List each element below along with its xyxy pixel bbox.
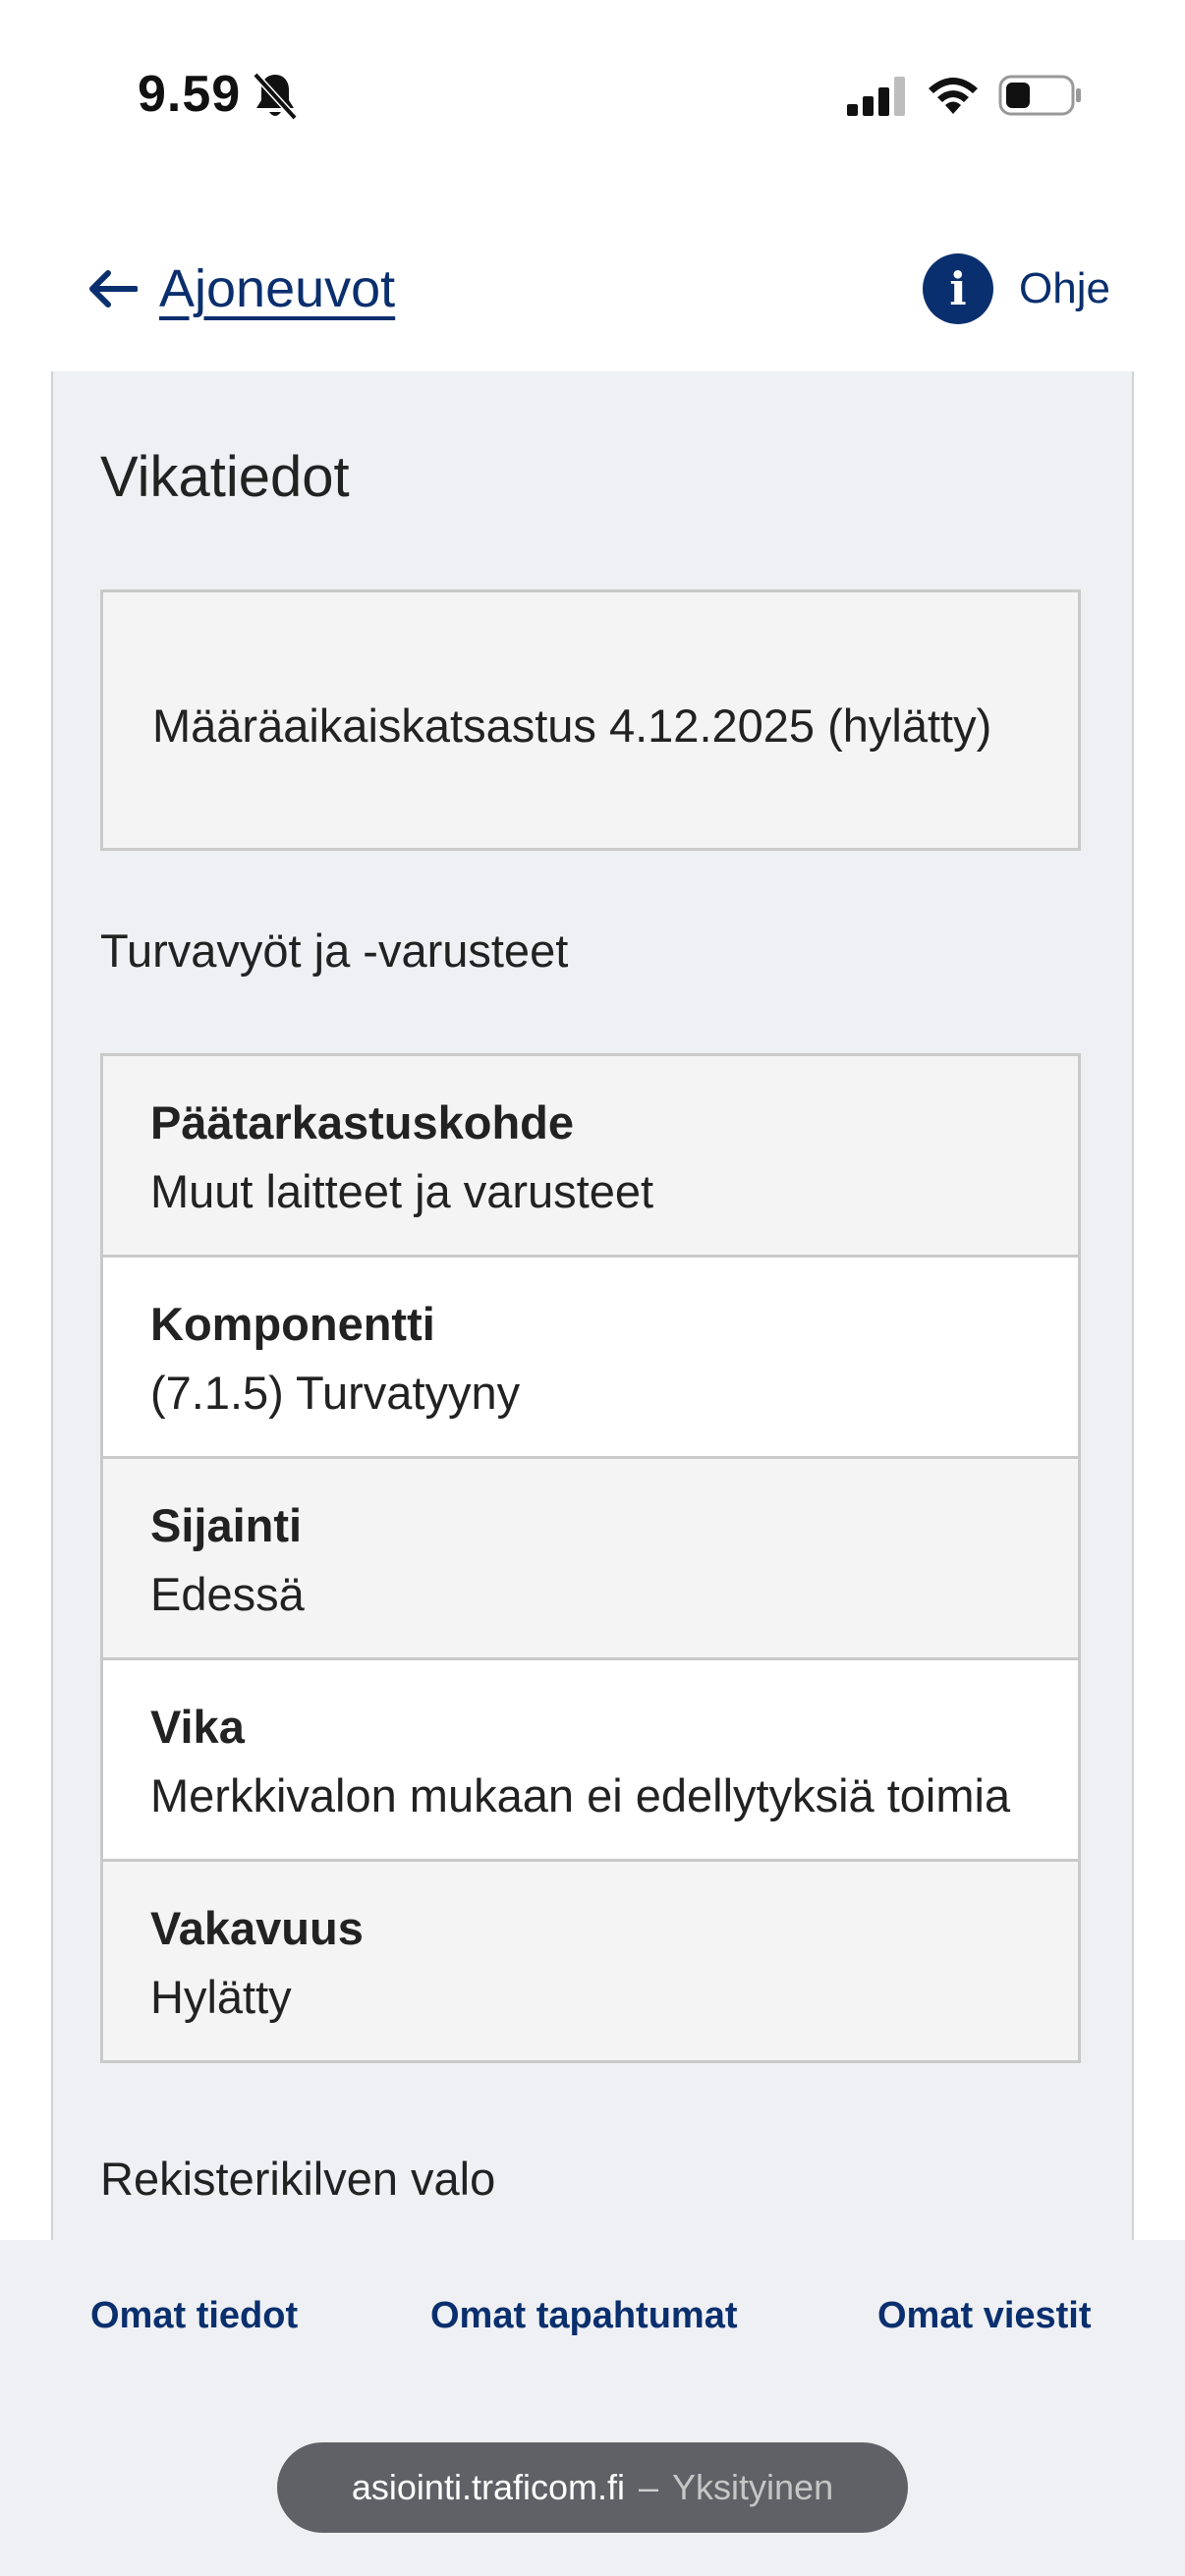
detail-row-defect: Vika Merkkivalon mukaan ei edellytyksiä … — [103, 1657, 1078, 1859]
signal-icon — [847, 77, 905, 116]
inspection-result-box: Määräaikaiskatsastus 4.12.2025 (hylätty) — [100, 589, 1081, 851]
detail-row-main-inspection-target: Päätarkastuskohde Muut laitteet ja varus… — [103, 1056, 1078, 1255]
wifi-icon — [929, 78, 978, 114]
detail-row-severity: Vakavuus Hylätty — [103, 1859, 1078, 2060]
url-host: asiointi.traficom.fi — [351, 2467, 625, 2507]
help-button[interactable]: i Ohje — [923, 250, 1110, 328]
help-label: Ohje — [1019, 264, 1110, 312]
detail-row-component: Komponentti (7.1.5) Turvatyyny — [103, 1255, 1078, 1456]
browser-address-bar[interactable]: asiointi.traficom.fi – Yksityinen — [277, 2442, 908, 2533]
inspection-result-text: Määräaikaiskatsastus 4.12.2025 (hylätty) — [152, 700, 992, 752]
detail-label: Vakavuus — [150, 1902, 364, 1954]
left-edge — [0, 371, 53, 2240]
nav-my-events[interactable]: Omat tapahtumat — [430, 2295, 737, 2337]
arrow-left-icon — [89, 270, 138, 308]
detail-row-location: Sijainti Edessä — [103, 1456, 1078, 1657]
url-separator: – — [638, 2467, 659, 2507]
section-heading: Rekisterikilven valo — [100, 2153, 496, 2205]
detail-value: Muut laitteet ja varusteet — [150, 1165, 654, 1217]
info-icon: i — [923, 253, 994, 324]
right-edge — [1132, 371, 1185, 2240]
battery-icon — [998, 75, 1081, 116]
back-link-label[interactable]: Ajoneuvot — [159, 258, 395, 319]
detail-label: Vika — [150, 1701, 245, 1753]
detail-value: Edessä — [150, 1568, 305, 1620]
section-heading: Turvavyöt ja -varusteet — [100, 924, 569, 977]
detail-label: Komponentti — [150, 1298, 435, 1350]
back-link[interactable]: Ajoneuvot — [86, 250, 395, 328]
detail-value: (7.1.5) Turvatyyny — [150, 1367, 521, 1419]
page-title: Vikatiedot — [100, 445, 350, 509]
nav-my-info[interactable]: Omat tiedot — [90, 2295, 298, 2337]
status-time: 9.59 — [138, 66, 242, 123]
nav-my-messages[interactable]: Omat viestit — [877, 2295, 1092, 2337]
private-mode-label: Yksityinen — [672, 2467, 834, 2507]
status-bar: 9.59 — [0, 0, 1185, 196]
detail-label: Sijainti — [150, 1499, 303, 1551]
detail-value: Merkkivalon mukaan ei edellytyksiä toimi… — [150, 1769, 1011, 1821]
bell-slash-icon — [253, 72, 298, 121]
detail-value: Hylätty — [150, 1971, 292, 2023]
detail-label: Päätarkastuskohde — [150, 1096, 575, 1148]
defect-details-table: Päätarkastuskohde Muut laitteet ja varus… — [100, 1053, 1081, 2063]
